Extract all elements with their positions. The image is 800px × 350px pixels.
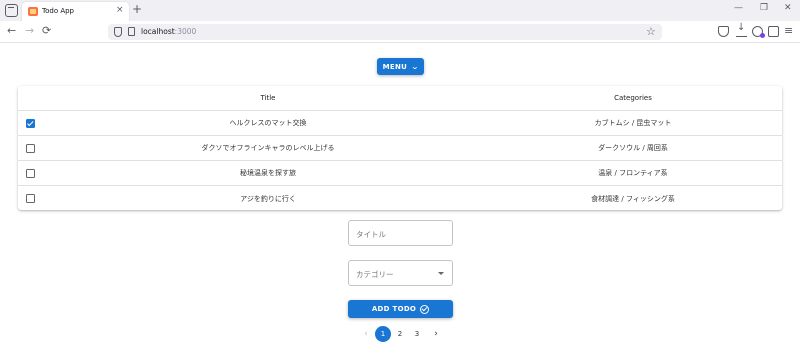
todo-checkbox[interactable] [26, 144, 35, 153]
account-icon[interactable] [752, 26, 765, 38]
category-select-placeholder: カテゴリー [356, 270, 394, 279]
page-button-1[interactable]: 1 [375, 326, 391, 342]
url-port: :3000 [174, 27, 197, 36]
prev-page-button[interactable]: ‹ [358, 326, 374, 342]
header-title: Title [260, 94, 276, 102]
check-circle-icon [420, 304, 430, 314]
title-input-placeholder: タイトル [356, 230, 386, 239]
table-header-row: Title Categories [18, 86, 782, 111]
app-menu-icon[interactable]: ≡ [784, 24, 793, 37]
table-row[interactable]: ヘルクレスのマット交換 カブトムシ / 昆虫マット [18, 111, 782, 136]
title-input[interactable]: タイトル [348, 220, 453, 246]
page-info-icon[interactable] [128, 27, 135, 36]
extensions-icon[interactable] [768, 26, 779, 37]
tab-close-icon[interactable]: × [116, 5, 124, 15]
dropdown-arrow-icon [438, 272, 444, 275]
url-bar[interactable]: localhost:3000 ☆ [108, 24, 662, 40]
shield-icon[interactable] [114, 27, 122, 37]
menu-button-label: MENU [382, 62, 408, 71]
favicon-icon [28, 7, 38, 16]
todo-categories: 温泉 / フロンティア系 [598, 169, 668, 177]
todo-title: ダクソでオフラインキャラのレベル上げる [201, 144, 335, 152]
minimize-button[interactable]: — [734, 3, 743, 13]
forward-button[interactable]: → [25, 24, 34, 38]
table-row[interactable]: アジを釣りに行く 食材調達 / フィッシング系 [18, 186, 782, 211]
table-row[interactable]: 秘境温泉を探す旅 温泉 / フロンティア系 [18, 161, 782, 186]
todo-title: 秘境温泉を探す旅 [240, 169, 296, 177]
bookmark-star-icon[interactable]: ☆ [646, 25, 656, 38]
back-button[interactable]: ← [7, 24, 16, 38]
url-text[interactable]: localhost:3000 [141, 27, 196, 36]
todo-title: ヘルクレスのマット交換 [229, 119, 307, 127]
tab-title: Todo App [42, 7, 74, 15]
menu-button[interactable]: MENU ⌄ [377, 58, 424, 75]
download-icon[interactable] [736, 22, 747, 37]
todo-categories: 食材調達 / フィッシング系 [591, 194, 675, 203]
todo-checkbox[interactable] [26, 119, 35, 128]
todo-checkbox[interactable] [26, 169, 35, 178]
tab-overview-icon[interactable] [5, 4, 18, 17]
header-categories: Categories [614, 94, 652, 102]
chevron-down-icon: ⌄ [410, 62, 420, 71]
new-tab-button[interactable]: + [132, 2, 142, 16]
category-select[interactable]: カテゴリー [348, 260, 453, 286]
todo-categories: ダークソウル / 周回系 [598, 144, 668, 152]
url-host: localhost [141, 27, 175, 36]
todo-checkbox[interactable] [26, 194, 35, 203]
todo-title: アジを釣りに行く [240, 194, 296, 203]
add-todo-label: ADD TODO [371, 305, 417, 313]
todo-table: Title Categories ヘルクレスのマット交換 カブトムシ / 昆虫マ… [18, 86, 782, 210]
restore-button[interactable]: ❐ [760, 3, 768, 13]
browser-tab-todo-app[interactable]: Todo App × [22, 2, 129, 21]
page-button-2[interactable]: 2 [392, 326, 408, 342]
pocket-icon[interactable] [718, 26, 729, 37]
todo-categories: カブトムシ / 昆虫マット [594, 119, 672, 127]
browser-tabstrip: Todo App × + — ❐ ✕ [0, 0, 800, 21]
close-window-button[interactable]: ✕ [784, 3, 792, 13]
browser-navbar: ← → ⟳ localhost:3000 ☆ ≡ [0, 21, 800, 43]
next-page-button[interactable]: › [428, 326, 444, 342]
table-row[interactable]: ダクソでオフラインキャラのレベル上げる ダークソウル / 周回系 [18, 136, 782, 161]
add-todo-button[interactable]: ADD TODO [348, 300, 453, 318]
page-button-3[interactable]: 3 [409, 326, 425, 342]
reload-button[interactable]: ⟳ [42, 24, 51, 38]
